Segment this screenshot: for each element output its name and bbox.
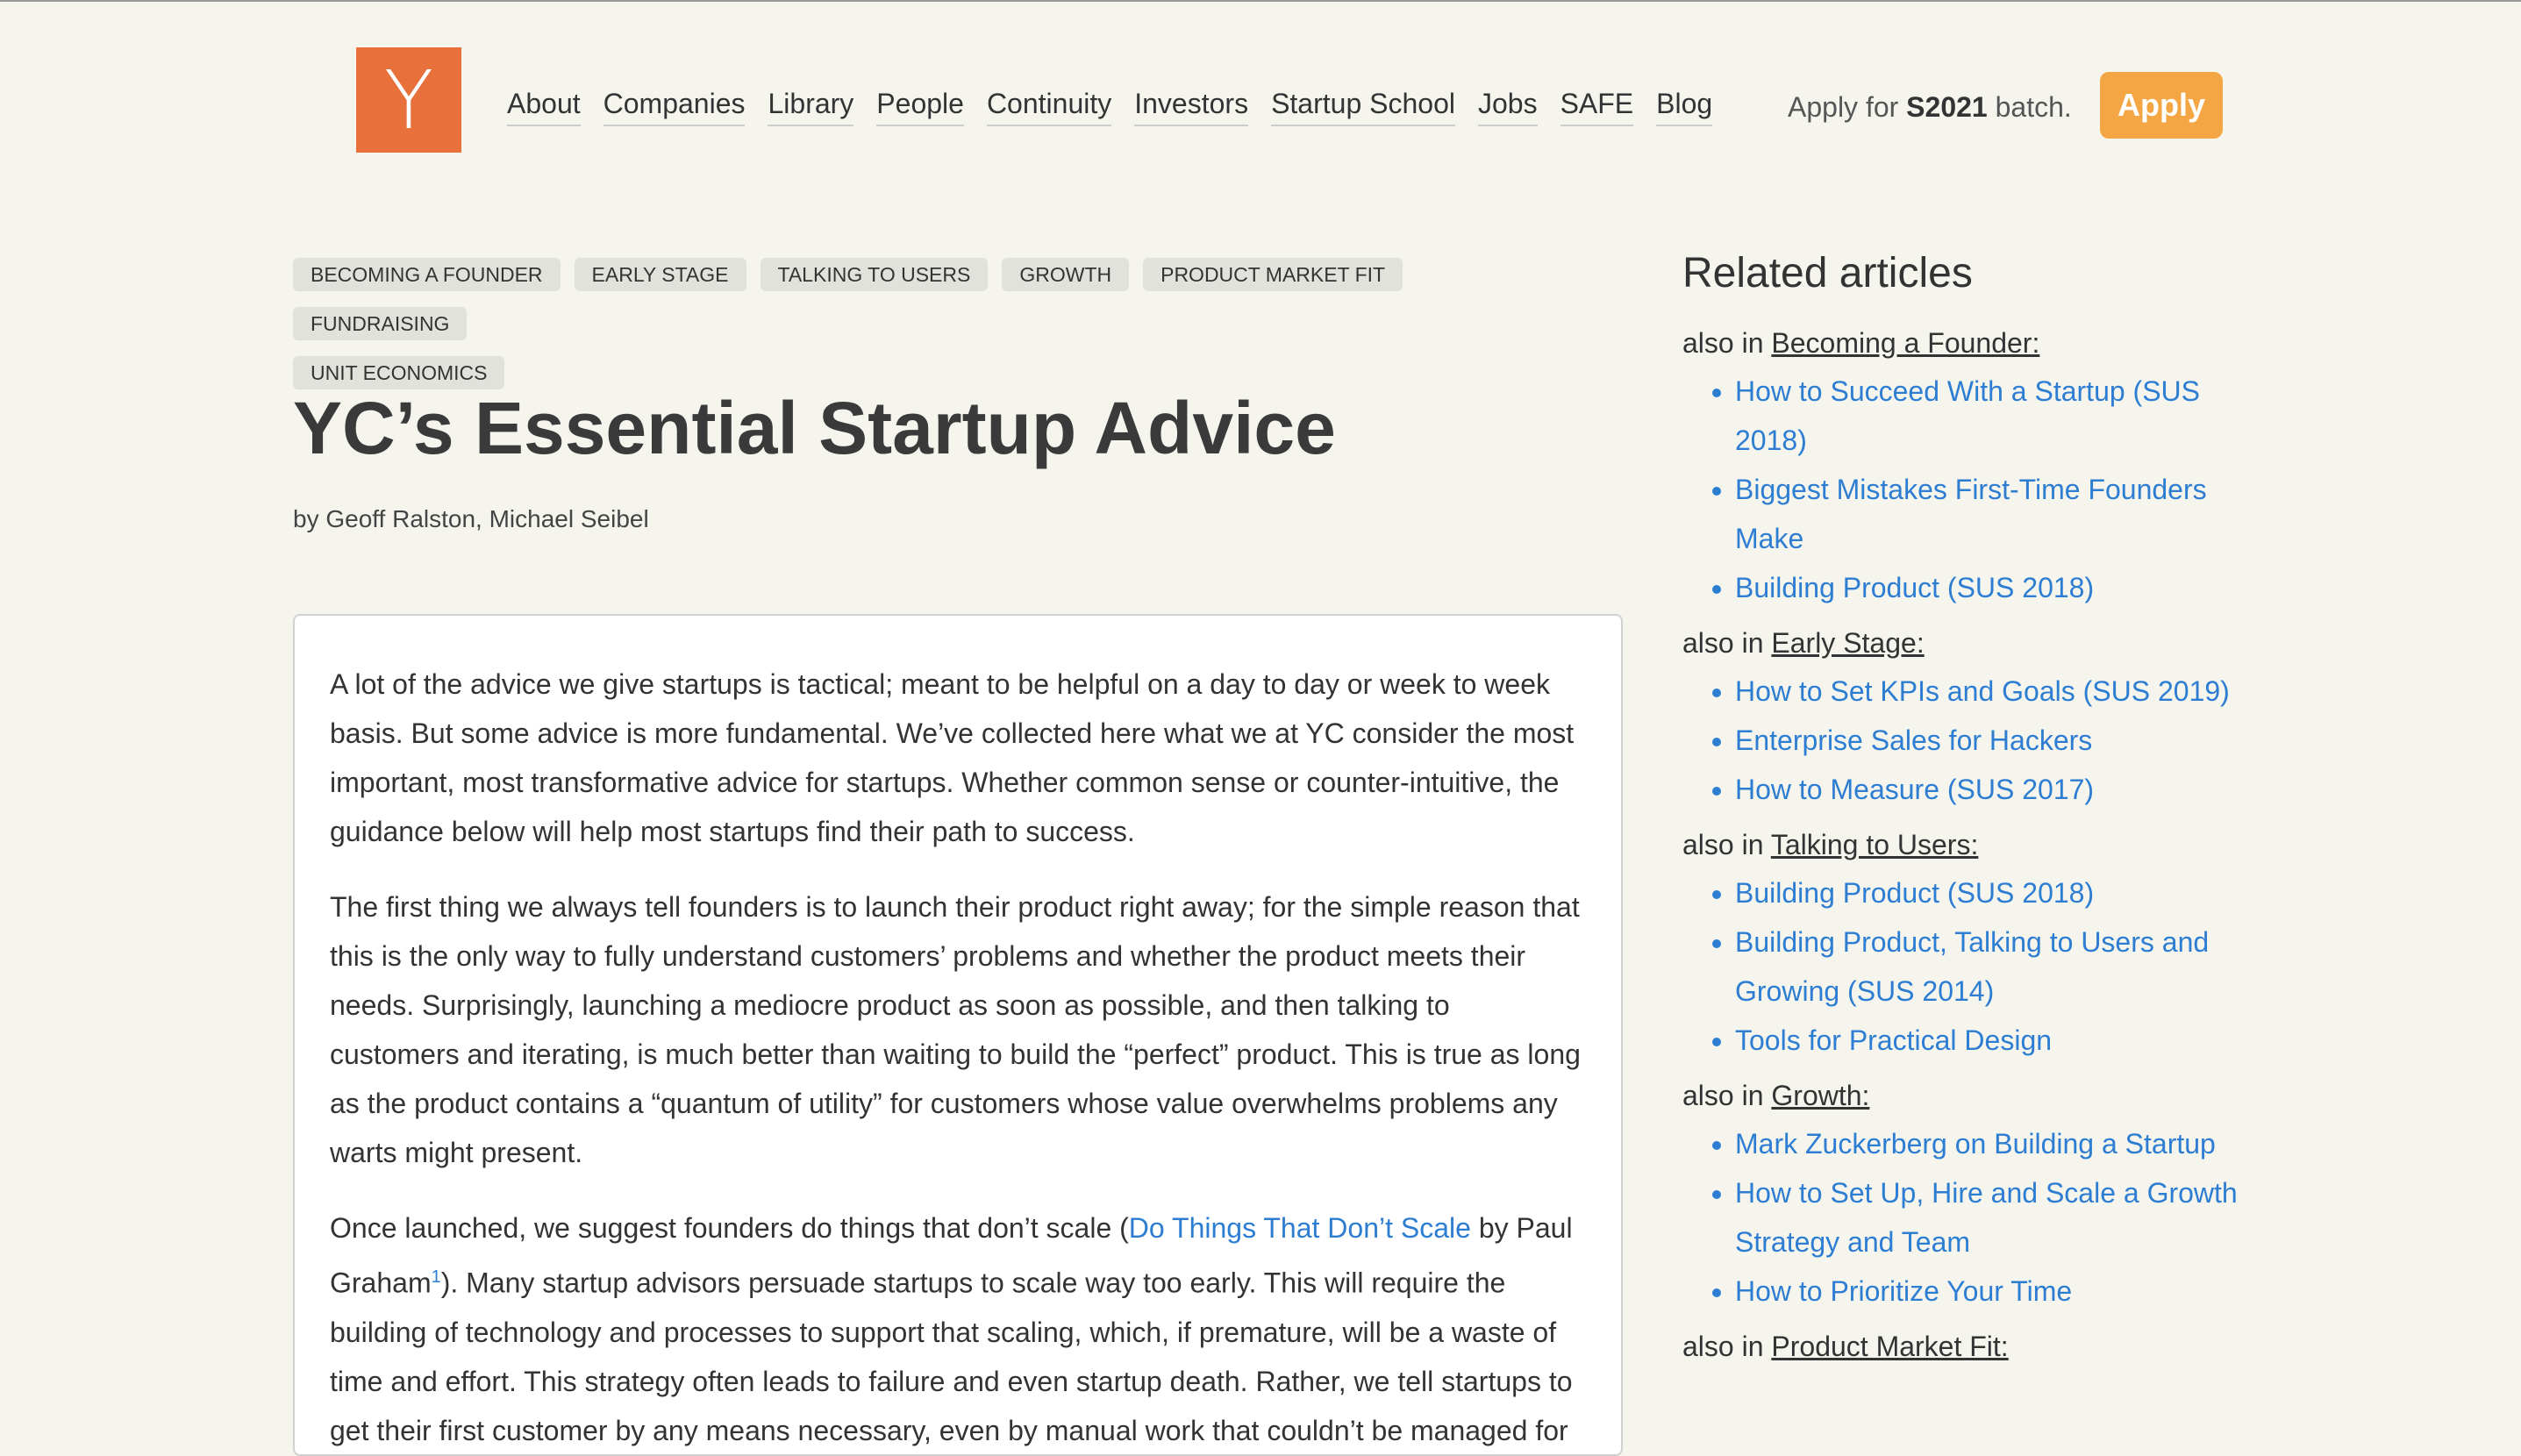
- also-in-label: also in: [1682, 829, 1771, 860]
- paragraph-2: The first thing we always tell founders …: [330, 891, 1581, 1168]
- related-item[interactable]: Building Product (SUS 2018): [1735, 868, 2244, 917]
- related-articles-sidebar: Related articles also in Becoming a Foun…: [1682, 246, 2244, 1367]
- apply-batch-text: Apply for S2021 batch.: [1788, 89, 2072, 125]
- group-label-product-market-fit: also in Product Market Fit:: [1682, 1326, 2244, 1367]
- nav-jobs[interactable]: Jobs: [1477, 86, 1538, 126]
- group-label-becoming-a-founder: also in Becoming a Founder:: [1682, 323, 2244, 363]
- group-label-early-stage: also in Early Stage:: [1682, 623, 2244, 663]
- also-in-label: also in: [1682, 627, 1772, 659]
- nav-library[interactable]: Library: [768, 86, 854, 126]
- category-link[interactable]: Growth:: [1771, 1080, 1869, 1111]
- apply-batch: S2021: [1906, 91, 1988, 123]
- tag-growth[interactable]: GROWTH: [1002, 258, 1130, 291]
- related-item[interactable]: How to Set KPIs and Goals (SUS 2019): [1735, 667, 2244, 716]
- nav-blog[interactable]: Blog: [1656, 86, 1713, 126]
- article-title: YC’s Essential Startup Advice: [293, 387, 1336, 469]
- tag-becoming-a-founder[interactable]: BECOMING A FOUNDER: [293, 258, 561, 291]
- related-list: Mark Zuckerberg on Building a Startup Ho…: [1682, 1119, 2244, 1316]
- group-label-growth: also in Growth:: [1682, 1075, 2244, 1116]
- related-item[interactable]: Mark Zuckerberg on Building a Startup: [1735, 1119, 2244, 1168]
- related-item[interactable]: Enterprise Sales for Hackers: [1735, 716, 2244, 765]
- paragraph-3: Once launched, we suggest founders do th…: [330, 1203, 1586, 1454]
- article-body: A lot of the advice we give startups is …: [293, 614, 1623, 1456]
- related-item[interactable]: How to Set Up, Hire and Scale a Growth S…: [1735, 1168, 2244, 1267]
- article-byline: by Geoff Ralston, Michael Seibel: [293, 505, 649, 532]
- apply-prefix: Apply for: [1788, 91, 1907, 123]
- related-list: How to Succeed With a Startup (SUS 2018)…: [1682, 367, 2244, 612]
- main-nav: About Companies Library People Continuit…: [507, 86, 1735, 126]
- apply-suffix: batch.: [1987, 91, 2072, 123]
- nav-companies[interactable]: Companies: [603, 86, 746, 126]
- apply-button[interactable]: Apply: [2100, 72, 2223, 139]
- nav-safe[interactable]: SAFE: [1560, 86, 1634, 126]
- tag-product-market-fit[interactable]: PRODUCT MARKET FIT: [1143, 258, 1403, 291]
- related-item[interactable]: Building Product (SUS 2018): [1735, 563, 2244, 612]
- also-in-label: also in: [1682, 1080, 1772, 1111]
- related-item[interactable]: How to Succeed With a Startup (SUS 2018): [1735, 367, 2244, 465]
- related-item[interactable]: Tools for Practical Design: [1735, 1016, 2244, 1065]
- nav-continuity[interactable]: Continuity: [986, 86, 1112, 126]
- related-item[interactable]: How to Prioritize Your Time: [1735, 1267, 2244, 1316]
- category-link[interactable]: Talking to Users:: [1771, 829, 1979, 860]
- nav-people[interactable]: People: [876, 86, 964, 126]
- paragraph-1: A lot of the advice we give startups is …: [330, 668, 1575, 847]
- related-item[interactable]: Building Product, Talking to Users and G…: [1735, 917, 2244, 1016]
- category-link[interactable]: Product Market Fit:: [1771, 1331, 2008, 1362]
- p3-text-c: ). Many startup advisors persuade startu…: [330, 1267, 1573, 1446]
- category-link[interactable]: Early Stage:: [1771, 627, 1924, 659]
- tag-talking-to-users[interactable]: TALKING TO USERS: [760, 258, 989, 291]
- nav-about[interactable]: About: [507, 86, 581, 126]
- also-in-label: also in: [1682, 1331, 1772, 1362]
- do-things-that-dont-scale-link[interactable]: Do Things That Don’t Scale: [1129, 1212, 1471, 1244]
- related-list: How to Set KPIs and Goals (SUS 2019) Ent…: [1682, 667, 2244, 814]
- related-list: Building Product (SUS 2018) Building Pro…: [1682, 868, 2244, 1065]
- tag-list: BECOMING A FOUNDER EARLY STAGE TALKING TO …: [293, 258, 1539, 405]
- yc-logo[interactable]: Y: [356, 47, 461, 153]
- related-item[interactable]: Biggest Mistakes First-Time Founders Mak…: [1735, 465, 2244, 563]
- also-in-label: also in: [1682, 327, 1772, 359]
- category-link[interactable]: Becoming a Founder:: [1771, 327, 2039, 359]
- related-item[interactable]: How to Measure (SUS 2017): [1735, 765, 2244, 814]
- group-label-talking-to-users: also in Talking to Users:: [1682, 824, 2244, 865]
- tag-early-stage[interactable]: EARLY STAGE: [574, 258, 746, 291]
- nav-startup-school[interactable]: Startup School: [1271, 86, 1455, 126]
- related-articles-title: Related articles: [1682, 250, 1973, 296]
- p3-text-a: Once launched, we suggest founders do th…: [330, 1212, 1129, 1244]
- tag-fundraising[interactable]: FUNDRAISING: [293, 307, 468, 340]
- nav-investors[interactable]: Investors: [1134, 86, 1249, 126]
- footnote-1-link[interactable]: 1: [432, 1267, 441, 1287]
